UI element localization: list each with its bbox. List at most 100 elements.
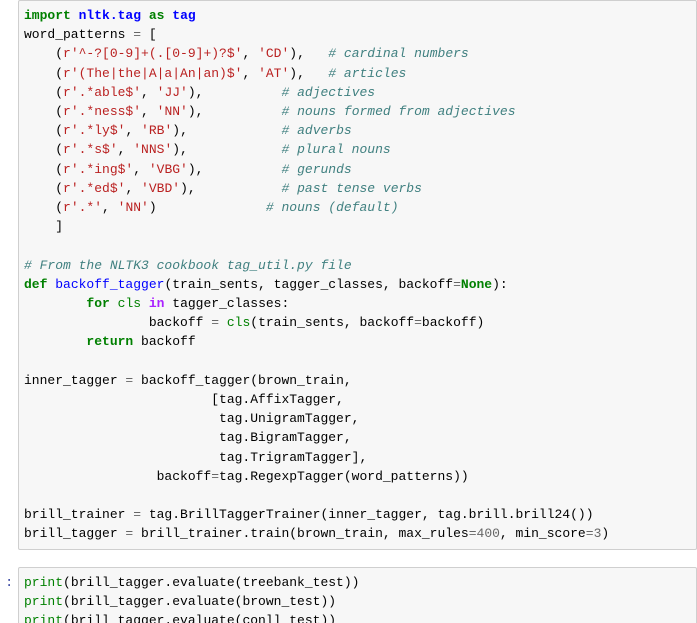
code-token: ), [187,84,282,100]
code-token: (brill_tagger.evaluate(conll_test)) [63,613,337,623]
code-token: ), [187,104,282,120]
code-token: = [468,526,477,542]
code-token: def [24,276,48,292]
code-token: for [86,296,110,312]
code-token: ), [172,142,282,158]
code-token: = [133,27,142,43]
cell-input-area[interactable]: print(brill_tagger.evaluate(treebank_tes… [18,566,697,623]
code-token: 'JJ' [156,84,188,100]
code-token: 'NNS' [133,142,173,158]
code-token: , [242,46,259,62]
code-token: r'.*ing$' [63,161,134,177]
notebook-container: import nltk.tag as tag word_patterns = [… [0,0,697,623]
code-token: ( [24,104,64,120]
code-token: nltk.tag [78,8,142,23]
code-token: , [102,200,118,216]
code-token: cls [117,296,142,312]
code-token: 'VBG' [148,161,188,177]
code-token: tag.BigramTagger, [24,430,352,446]
code-token: backoff_tagger [55,276,165,292]
code-token: ): [492,276,508,292]
code-token: r'(The|the|A|a|An|an)$' [63,65,243,81]
cell-input-area[interactable]: import nltk.tag as tag word_patterns = [… [18,0,697,550]
code-token: None [460,276,493,292]
code-token: ) [601,526,610,542]
code-token: ( [24,200,64,216]
code-token: 'NN' [117,200,149,216]
code-token: = [585,526,594,542]
code-token: r'.*ed$' [63,180,126,196]
code-token: = [211,468,220,484]
code-token: 'VBD' [141,180,181,196]
code-token: , [141,84,157,100]
code-source[interactable]: import nltk.tag as tag word_patterns = [… [24,6,696,544]
code-token: , [125,123,142,139]
code-cell[interactable]: import nltk.tag as tag word_patterns = [… [0,0,697,550]
code-token: 400 [476,526,500,542]
code-token: 'AT' [258,65,290,81]
code-token: brill_trainer [24,507,134,523]
code-token: backoff) [421,315,485,331]
code-token: backoff [133,334,196,350]
code-token: print [24,593,64,609]
code-token: tag.BrillTaggerTrainer(inner_tagger, tag… [141,507,594,523]
code-token: # articles [328,65,407,81]
code-token: tag.TrigramTagger], [24,449,368,465]
code-token: 'CD' [258,46,290,62]
code-token: backoff_tagger(brown_train, [133,372,352,388]
code-token: ( [24,84,64,100]
cell-prompt: : [5,574,13,590]
code-token: print [24,613,64,623]
code-token: r'.*able$' [63,84,142,100]
code-token: # adverbs [281,123,352,139]
code-token: ( [24,180,64,196]
code-token: # nouns (default) [265,200,399,216]
code-token: r'.*ness$' [63,104,142,120]
code-token: # gerunds [281,161,352,177]
code-token: , min_score [499,526,586,542]
code-token: [ [141,27,157,43]
code-token: r'.*' [63,200,103,216]
code-token: cls [226,315,251,331]
code-token: ) [148,200,266,216]
code-token: ( [24,65,64,81]
code-token: 'RB' [141,123,173,139]
code-token: , [242,65,259,81]
code-token: (brill_tagger.evaluate(brown_test)) [63,593,337,609]
code-token: , [117,142,134,158]
code-token: return [86,334,134,350]
code-token: ), [289,46,329,62]
code-token: tag [172,8,196,23]
code-token: print [24,574,64,590]
code-token: in [148,296,165,312]
code-token: tagger_classes: [164,296,290,312]
code-token: , [141,104,157,120]
code-token: tag.RegexpTagger(word_patterns)) [219,468,469,484]
code-token: ), [172,123,282,139]
code-token: backoff [24,315,212,331]
code-token: # plural nouns [281,142,391,158]
code-source[interactable]: print(brill_tagger.evaluate(treebank_tes… [24,573,696,623]
cell-prompt [0,0,18,6]
code-cell[interactable]: : print(brill_tagger.evaluate(treebank_t… [0,566,697,623]
code-token: 'NN' [156,104,188,120]
code-token: = [414,315,422,331]
code-token: ), [187,161,282,177]
code-token: = [453,276,461,292]
code-token: , [133,161,149,177]
code-token: ), [180,180,282,196]
code-token: # past tense verbs [281,180,422,196]
code-token: [tag.AffixTagger, [24,392,344,408]
code-token: as [148,8,165,23]
code-token: (train_sents, tagger_classes, backoff [164,276,454,292]
code-token: = [133,507,142,523]
code-token: ( [24,123,64,139]
code-token: # nouns formed from adjectives [281,104,516,120]
code-token: brill_trainer.train(brown_train, max_rul… [133,526,469,542]
